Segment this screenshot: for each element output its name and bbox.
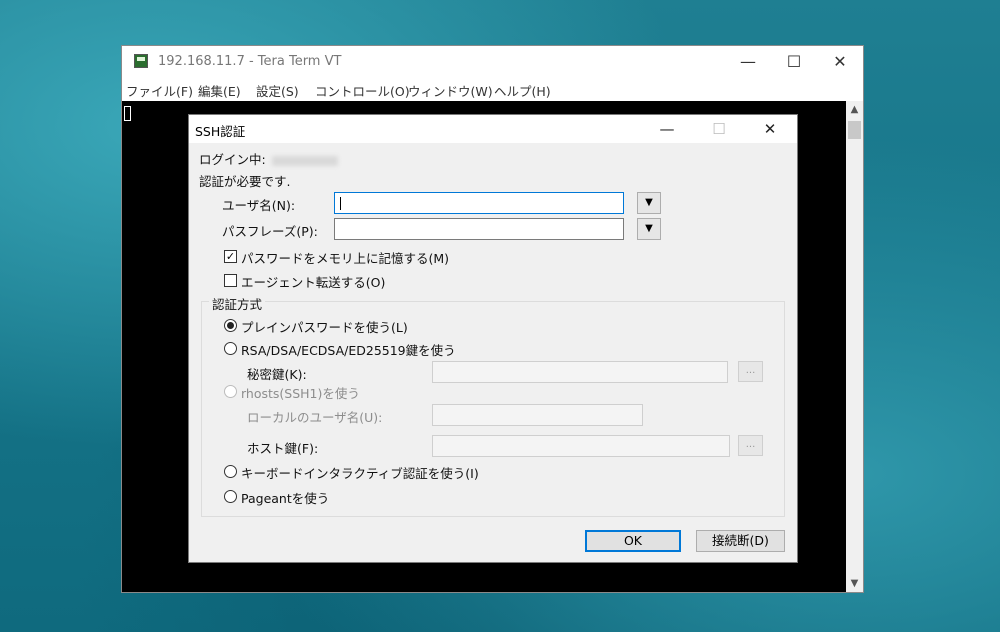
host-key-browse-button: ... bbox=[738, 435, 763, 456]
pageant-label[interactable]: Pageantを使う bbox=[241, 488, 329, 507]
private-key-field bbox=[432, 361, 728, 383]
window-titlebar[interactable]: 192.168.11.7 - Tera Term VT — ☐ ✕ bbox=[122, 46, 863, 78]
ok-button[interactable]: OK bbox=[585, 530, 681, 552]
menu-window[interactable]: ウィンドウ(W) bbox=[408, 81, 493, 100]
radio-plain-password[interactable] bbox=[224, 319, 237, 332]
local-user-field bbox=[432, 404, 643, 426]
remember-password-checkbox[interactable]: ✓ bbox=[224, 250, 237, 263]
passphrase-label: パスフレーズ(P): bbox=[222, 224, 318, 239]
menu-help[interactable]: ヘルプ(H) bbox=[494, 81, 551, 100]
agent-forward-label[interactable]: エージェント転送する(O) bbox=[241, 272, 385, 291]
dialog-minimize-button[interactable]: — bbox=[644, 115, 690, 143]
menu-edit[interactable]: 編集(E) bbox=[198, 81, 241, 100]
host-key-field bbox=[432, 435, 730, 457]
passphrase-field[interactable] bbox=[334, 218, 624, 240]
auth-required-text: 認証が必要です. bbox=[199, 174, 291, 189]
disconnect-button[interactable]: 接続断(D) bbox=[696, 530, 785, 552]
plain-password-label[interactable]: プレインパスワードを使う(L) bbox=[241, 317, 408, 336]
logging-in-label: ログイン中: bbox=[199, 152, 266, 167]
text-caret bbox=[340, 197, 341, 210]
menu-file[interactable]: ファイル(F) bbox=[126, 81, 193, 100]
radio-rhosts bbox=[224, 385, 237, 398]
window-title: 192.168.11.7 - Tera Term VT bbox=[158, 54, 342, 69]
public-key-label[interactable]: RSA/DSA/ECDSA/ED25519鍵を使う bbox=[241, 340, 456, 359]
private-key-browse-button: ... bbox=[738, 361, 763, 382]
radio-keyboard-interactive[interactable] bbox=[224, 465, 237, 478]
passphrase-dropdown-button[interactable]: ▼ bbox=[637, 218, 661, 240]
dialog-titlebar[interactable]: SSH認証 — ☐ ✕ bbox=[189, 115, 797, 143]
logging-in-row: ログイン中: bbox=[199, 149, 338, 168]
minimize-button[interactable]: — bbox=[725, 46, 771, 78]
scroll-down-arrow-icon[interactable]: ▼ bbox=[846, 575, 863, 592]
host-key-label: ホスト鍵(F): bbox=[247, 441, 319, 456]
checkmark-icon: ✓ bbox=[225, 250, 236, 263]
dialog-title: SSH認証 bbox=[195, 124, 246, 139]
username-field[interactable] bbox=[334, 192, 624, 214]
username-dropdown-button[interactable]: ▼ bbox=[637, 192, 661, 214]
redacted-host bbox=[271, 155, 338, 166]
ssh-auth-dialog: SSH認証 — ☐ ✕ ログイン中: 認証が必要です. ユーザ名(N): ▼ パ… bbox=[188, 114, 798, 563]
menu-bar: ファイル(F) 編集(E) 設定(S) コントロール(O) ウィンドウ(W) ヘ… bbox=[122, 78, 863, 100]
teraterm-app-icon bbox=[134, 54, 148, 68]
scroll-thumb[interactable] bbox=[848, 121, 861, 139]
radio-public-key[interactable] bbox=[224, 342, 237, 355]
keyboard-interactive-label[interactable]: キーボードインタラクティブ認証を使う(I) bbox=[241, 463, 479, 482]
terminal-cursor bbox=[124, 106, 131, 121]
radio-pageant[interactable] bbox=[224, 490, 237, 503]
dialog-close-button[interactable]: ✕ bbox=[747, 115, 793, 143]
agent-forward-checkbox[interactable] bbox=[224, 274, 237, 287]
auth-method-group-title: 認証方式 bbox=[209, 294, 266, 313]
private-key-label: 秘密鍵(K): bbox=[247, 367, 307, 382]
menu-settings[interactable]: 設定(S) bbox=[256, 81, 299, 100]
username-label: ユーザ名(N): bbox=[222, 198, 296, 213]
scroll-up-arrow-icon[interactable]: ▲ bbox=[846, 101, 863, 118]
dialog-maximize-button: ☐ bbox=[712, 120, 726, 138]
maximize-button[interactable]: ☐ bbox=[771, 46, 817, 78]
local-user-label: ローカルのユーザ名(U): bbox=[247, 410, 383, 425]
remember-password-label[interactable]: パスワードをメモリ上に記憶する(M) bbox=[241, 248, 449, 267]
vertical-scrollbar[interactable]: ▲ ▼ bbox=[846, 101, 863, 592]
menu-control[interactable]: コントロール(O) bbox=[315, 81, 410, 100]
close-button[interactable]: ✕ bbox=[817, 46, 863, 78]
rhosts-label: rhosts(SSH1)を使う bbox=[241, 386, 360, 401]
